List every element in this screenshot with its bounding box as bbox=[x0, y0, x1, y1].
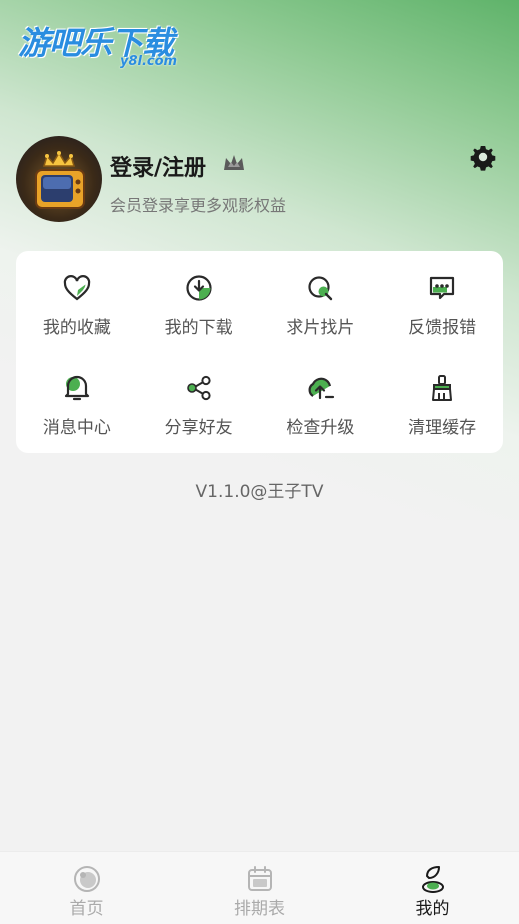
share-icon bbox=[186, 375, 211, 401]
menu-item-favorites[interactable]: 我的收藏 bbox=[16, 251, 138, 351]
crown-icon bbox=[224, 155, 244, 170]
menu-label: 我的收藏 bbox=[42, 318, 111, 338]
tab-label: 排期表 bbox=[234, 899, 285, 919]
menu-label: 分享好友 bbox=[164, 418, 233, 438]
gear-icon[interactable] bbox=[468, 142, 498, 172]
tab-label: 首页 bbox=[69, 899, 104, 919]
menu-label: 求片找片 bbox=[286, 318, 355, 338]
user-icon bbox=[421, 866, 444, 893]
menu-item-share[interactable]: 分享好友 bbox=[138, 351, 260, 453]
member-benefits-text: 会员登录享更多观影权益 bbox=[110, 196, 287, 215]
menu-label: 我的下载 bbox=[164, 318, 233, 338]
version-text: V1.1.0@王子TV bbox=[195, 482, 324, 502]
login-register-link[interactable]: 登录/注册 bbox=[110, 150, 206, 182]
avatar[interactable] bbox=[16, 136, 102, 222]
heart-icon bbox=[63, 275, 91, 301]
watermark-logo: 游吧乐下载 y8l.com bbox=[14, 14, 194, 70]
broom-icon bbox=[432, 375, 453, 401]
bottom-tab-bar: 首页 排期表 我的 bbox=[0, 851, 519, 924]
menu-item-feedback[interactable]: 反馈报错 bbox=[381, 251, 503, 351]
menu-label: 清理缓存 bbox=[408, 418, 477, 438]
tab-mine[interactable]: 我的 bbox=[346, 852, 519, 924]
tab-label: 我的 bbox=[415, 899, 450, 919]
menu-item-messages[interactable]: 消息中心 bbox=[16, 351, 138, 453]
feedback-icon bbox=[430, 276, 455, 300]
menu-label: 检查升级 bbox=[286, 418, 355, 438]
calendar-icon bbox=[247, 866, 272, 891]
menu-label: 反馈报错 bbox=[408, 318, 477, 338]
menu-label: 消息中心 bbox=[42, 418, 111, 438]
search-icon bbox=[308, 276, 333, 301]
tab-schedule[interactable]: 排期表 bbox=[173, 852, 346, 924]
menu-card: 我的收藏 我的下载 求片找片 反馈报错 消息中心 分享好友 检查升级 清理缓存 bbox=[16, 251, 503, 453]
menu-item-request-movie[interactable]: 求片找片 bbox=[260, 251, 382, 351]
home-icon bbox=[73, 866, 100, 892]
menu-item-downloads[interactable]: 我的下载 bbox=[138, 251, 260, 351]
bell-icon bbox=[64, 375, 89, 401]
menu-item-clear-cache[interactable]: 清理缓存 bbox=[381, 351, 503, 453]
tv-crown-avatar-icon bbox=[35, 151, 85, 209]
menu-item-check-upgrade[interactable]: 检查升级 bbox=[260, 351, 382, 453]
tab-home[interactable]: 首页 bbox=[0, 852, 173, 924]
watermark-domain: y8l.com bbox=[120, 54, 178, 69]
upgrade-icon bbox=[308, 377, 335, 400]
profile-section: 登录/注册 会员登录享更多观影权益 bbox=[16, 136, 506, 226]
download-icon bbox=[186, 275, 212, 301]
